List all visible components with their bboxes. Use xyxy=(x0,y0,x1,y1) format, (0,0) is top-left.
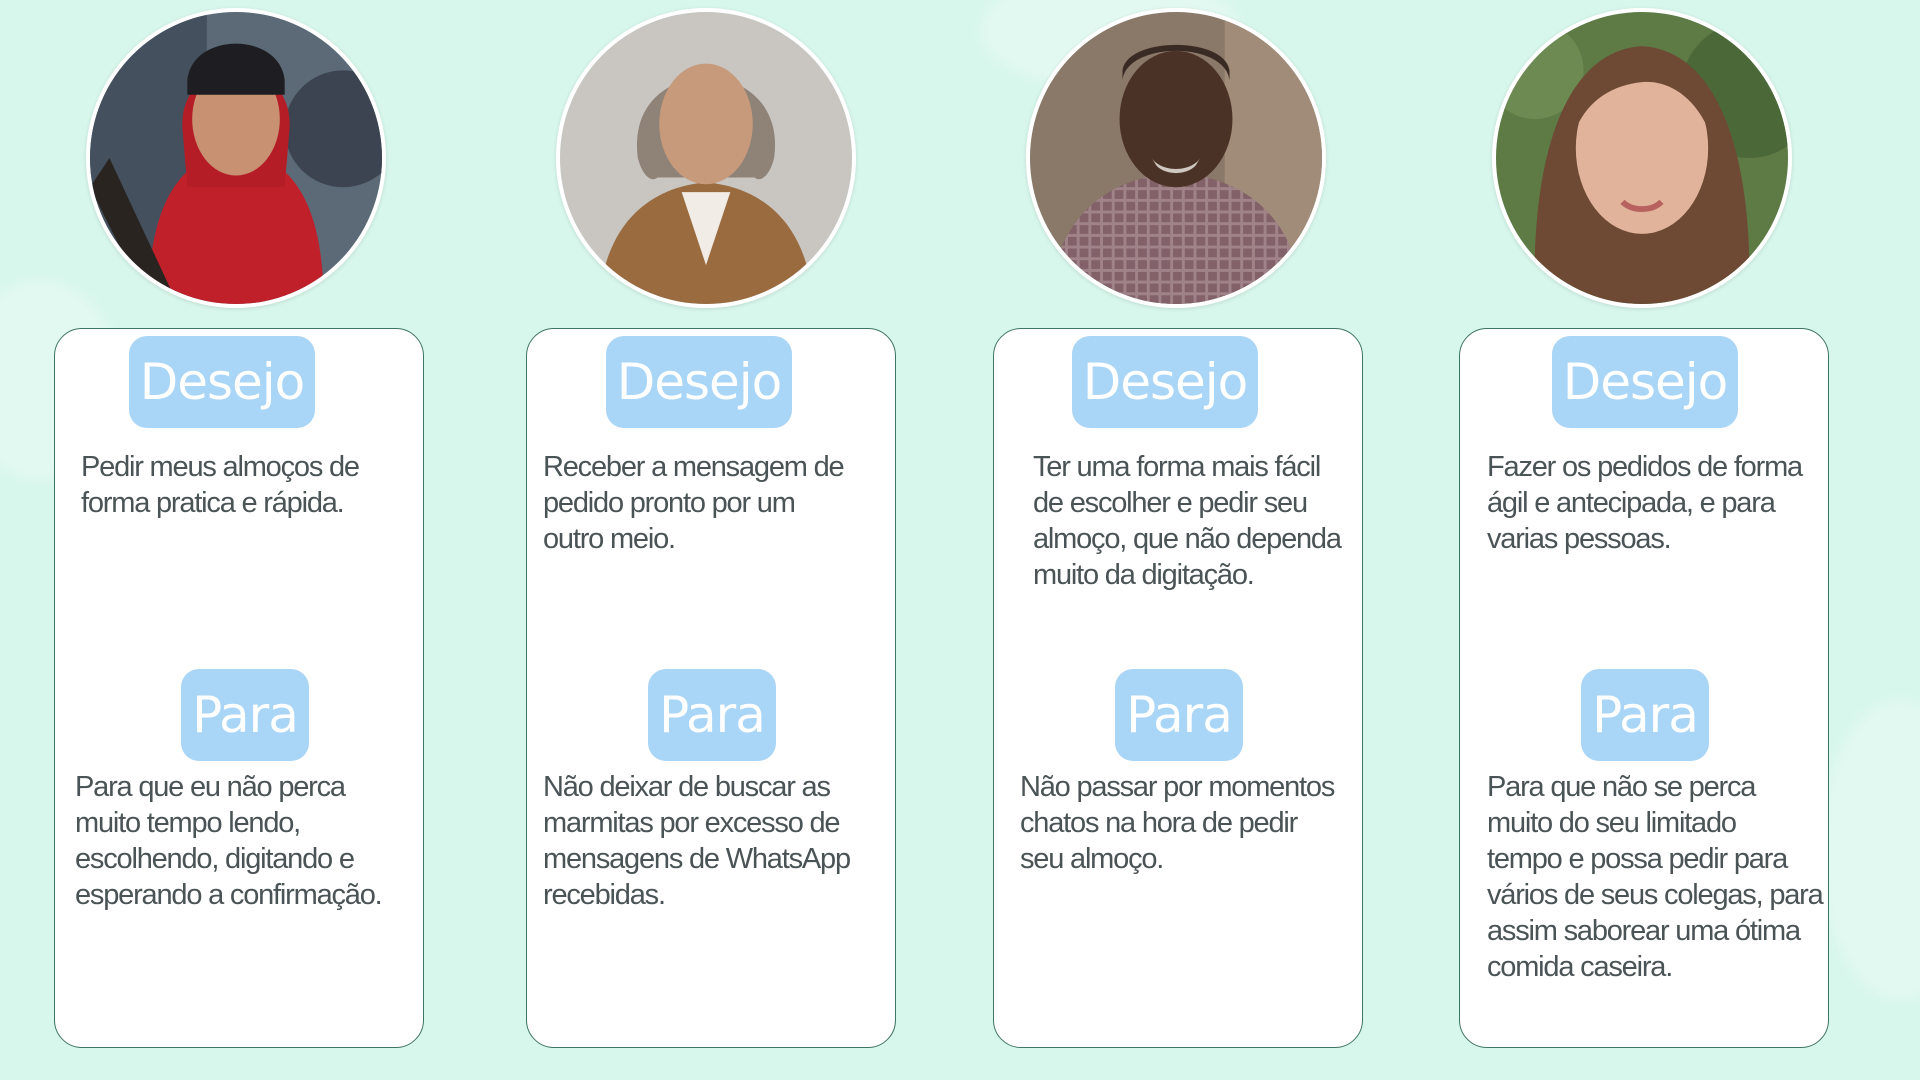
desejo-text: Receber a mensagem de pedido pronto por … xyxy=(543,451,845,555)
para-text: Para que não se perca muito do seu limit… xyxy=(1487,771,1824,983)
para-badge: Para xyxy=(1581,669,1709,761)
para-badge: Para xyxy=(181,669,309,761)
persona-card: Desejo Pedir meus almoços de forma prati… xyxy=(54,328,424,1048)
para-text: Para que eu não perca muito tempo lendo,… xyxy=(75,771,383,911)
desejo-text: Pedir meus almoços de forma pratica e rá… xyxy=(81,451,360,519)
desejo-badge: Desejo xyxy=(606,336,792,428)
persona-card: Desejo Receber a mensagem de pedido pron… xyxy=(526,328,896,1048)
persona-photo-young-man xyxy=(86,8,386,308)
para-text: Não passar por momentos chatos na hora d… xyxy=(1020,771,1335,875)
background-splash xyxy=(1820,700,1920,1000)
desejo-text: Ter uma forma mais fácil de escolher e p… xyxy=(1033,451,1342,591)
persona-photo-young-woman xyxy=(1492,8,1792,308)
desejo-badge: Desejo xyxy=(1552,336,1738,428)
desejo-badge: Desejo xyxy=(129,336,315,428)
persona-card: Desejo Fazer os pedidos de forma ágil e … xyxy=(1459,328,1829,1048)
persona-photo-older-woman xyxy=(556,8,856,308)
para-badge: Para xyxy=(1115,669,1243,761)
desejo-text: Fazer os pedidos de forma ágil e antecip… xyxy=(1487,451,1803,555)
desejo-badge: Desejo xyxy=(1072,336,1258,428)
para-badge: Para xyxy=(648,669,776,761)
para-text: Não deixar de buscar as marmitas por exc… xyxy=(543,771,851,911)
persona-card: Desejo Ter uma forma mais fácil de escol… xyxy=(993,328,1363,1048)
persona-photo-man-plaid-shirt xyxy=(1026,8,1326,308)
